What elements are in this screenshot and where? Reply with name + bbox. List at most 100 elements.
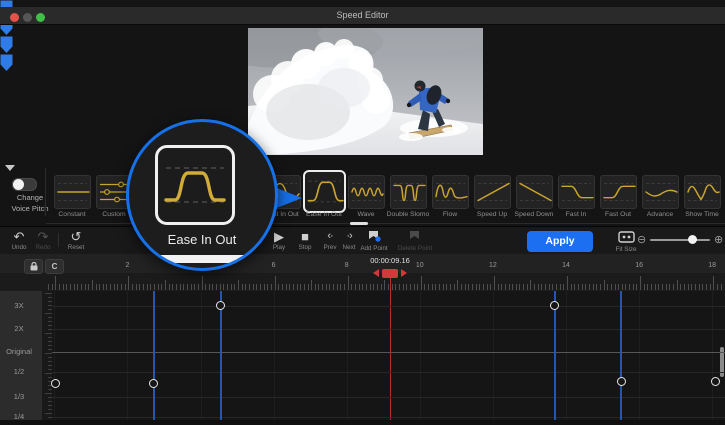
presets-scrollbar-thumb[interactable] xyxy=(350,222,368,225)
ruler-tick xyxy=(282,284,283,290)
ruler-tick xyxy=(673,284,674,290)
ruler-tick xyxy=(446,284,447,290)
preset-flow[interactable] xyxy=(432,175,469,209)
ruler-tick xyxy=(688,284,689,290)
stop-button[interactable]: ■ Stop xyxy=(292,230,318,251)
ease-in-out-callout: Ease In Out xyxy=(126,119,278,271)
ruler-tick xyxy=(275,276,276,290)
ruler-tick xyxy=(96,284,97,290)
y-tick xyxy=(45,333,52,334)
ruler-tick xyxy=(545,284,546,290)
ruler-tick xyxy=(414,284,415,290)
zoom-slider-track[interactable] xyxy=(650,239,710,241)
apply-button[interactable]: Apply xyxy=(527,231,593,252)
ruler-tick xyxy=(103,284,104,290)
preset-fast-in[interactable] xyxy=(558,175,595,209)
ruler-tick xyxy=(472,284,473,290)
ruler-tick xyxy=(655,284,656,290)
ruler-tick xyxy=(549,284,550,290)
preset-label: Show Time xyxy=(672,211,725,218)
ruler-tick xyxy=(509,284,510,290)
grid-vline xyxy=(201,291,202,420)
ruler-tick xyxy=(147,284,148,290)
ruler-tick xyxy=(344,284,345,290)
ruler-tick xyxy=(289,284,290,290)
change-voice-pitch-toggle[interactable] xyxy=(12,178,37,191)
ruler-tick xyxy=(267,284,268,290)
redo-button[interactable]: ↷ Redo xyxy=(30,230,56,251)
ruler-tick xyxy=(348,276,349,290)
playhead-right-arrow-icon[interactable] xyxy=(401,269,407,277)
preset-wave[interactable] xyxy=(348,175,385,209)
y-tick xyxy=(48,369,52,370)
ruler-tick xyxy=(143,284,144,290)
preset-ease-in-out[interactable] xyxy=(303,170,346,213)
ruler-tick xyxy=(666,284,667,290)
add-point-label: Add Point xyxy=(356,245,392,252)
ruler-tick xyxy=(702,284,703,290)
ruler-tick xyxy=(212,284,213,290)
y-axis-label-column xyxy=(0,291,42,425)
ruler-tick xyxy=(479,284,480,290)
zoom-out-icon[interactable]: ⊖ xyxy=(637,233,646,246)
preset-show-time[interactable] xyxy=(684,175,721,209)
ruler-tick xyxy=(541,284,542,290)
ruler-tick xyxy=(70,284,71,290)
zoom-slider-knob[interactable] xyxy=(688,235,697,244)
add-point-button[interactable]: Add Point xyxy=(356,230,392,252)
y-tick xyxy=(48,341,52,342)
ruler-tick xyxy=(117,284,118,290)
ruler-number: 6 xyxy=(266,262,282,269)
timeline-ruler[interactable] xyxy=(0,273,725,292)
y-tick xyxy=(45,293,52,294)
curve-mode-button[interactable]: C xyxy=(45,259,64,274)
zoom-in-icon[interactable]: ⊕ xyxy=(714,233,723,246)
curve-point[interactable] xyxy=(149,379,158,388)
preset-fast-out[interactable] xyxy=(600,175,637,209)
grid-vline xyxy=(712,291,713,420)
preset-constant[interactable] xyxy=(54,175,91,209)
redo-icon: ↷ xyxy=(30,230,56,243)
keyframe-pin[interactable] xyxy=(0,54,13,72)
ruler-tick xyxy=(713,276,714,290)
playhead-handle[interactable] xyxy=(382,269,398,278)
ruler-tick xyxy=(699,284,700,290)
undo-button[interactable]: ↶ Undo xyxy=(6,230,32,251)
y-axis-label: 3X xyxy=(0,301,38,310)
ruler-tick xyxy=(421,276,422,290)
ruler-tick xyxy=(308,284,309,290)
ruler-tick xyxy=(498,284,499,290)
preset-double-slomo[interactable] xyxy=(390,175,427,209)
ruler-tick xyxy=(223,284,224,290)
callout-preset-thumbnail xyxy=(155,145,235,225)
lock-button[interactable] xyxy=(24,259,43,274)
ruler-tick xyxy=(578,284,579,290)
ruler-tick xyxy=(329,284,330,290)
ruler-tick xyxy=(615,284,616,290)
ruler-tick xyxy=(191,284,192,290)
speed-editor-window: Speed Editor xyxy=(0,0,725,425)
ruler-tick xyxy=(150,284,151,290)
preset-advance[interactable] xyxy=(642,175,679,209)
y-tick xyxy=(48,405,52,406)
reset-button[interactable]: ↺ Reset xyxy=(62,230,90,251)
ruler-tick xyxy=(644,284,645,290)
ruler-tick xyxy=(428,284,429,290)
y-tick xyxy=(48,337,52,338)
ruler-tick xyxy=(695,284,696,290)
delete-point-button[interactable]: Delete Point xyxy=(394,230,436,252)
keyframe-pin[interactable] xyxy=(0,36,13,54)
ruler-number: 8 xyxy=(339,262,355,269)
reset-icon: ↺ xyxy=(62,230,90,243)
preset-speed-up[interactable] xyxy=(474,175,511,209)
y-axis-label: 1/2 xyxy=(0,367,38,376)
stop-label: Stop xyxy=(292,244,318,251)
curve-point[interactable] xyxy=(550,301,559,310)
playhead-left-arrow-icon[interactable] xyxy=(373,269,379,277)
window-title: Speed Editor xyxy=(0,10,725,20)
bottom-strip xyxy=(0,420,725,425)
preset-speed-down[interactable] xyxy=(516,175,553,209)
collapse-panel-icon[interactable] xyxy=(5,165,15,171)
ruler-tick xyxy=(63,284,64,290)
undo-icon: ↶ xyxy=(6,230,32,243)
